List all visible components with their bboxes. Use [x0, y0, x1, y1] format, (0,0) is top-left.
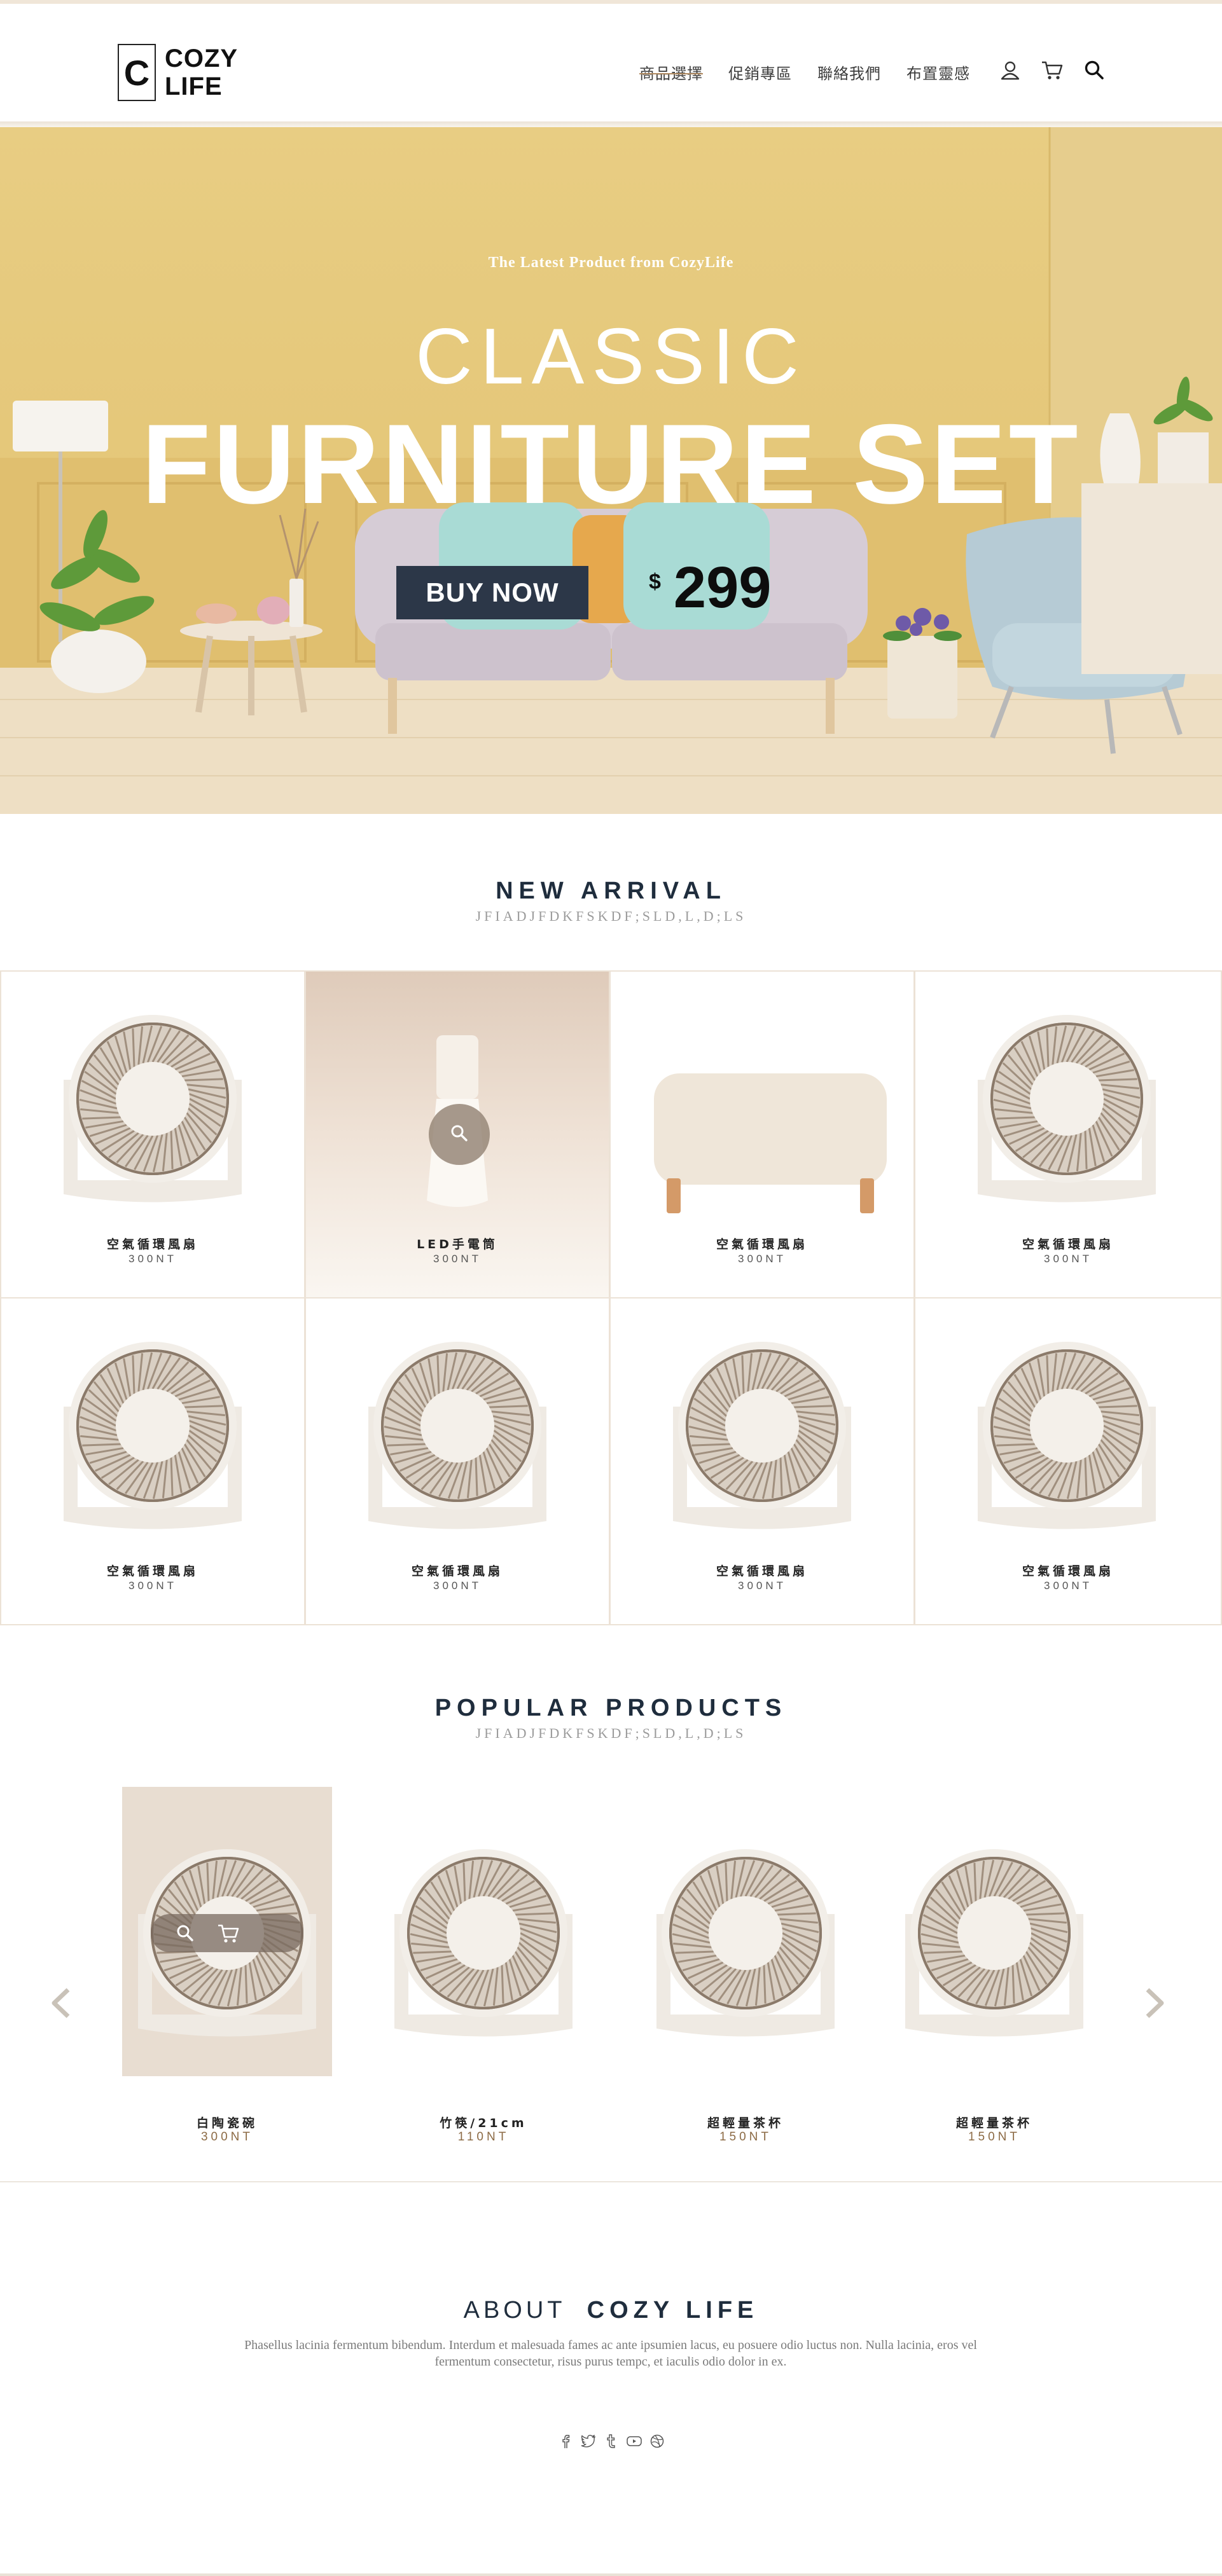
nav-promotions[interactable]: 促銷專區: [728, 61, 792, 83]
facebook-icon[interactable]: [557, 2433, 574, 2449]
search-icon[interactable]: [1083, 59, 1106, 81]
ottoman-image: [611, 972, 913, 1226]
youtube-icon[interactable]: [626, 2433, 642, 2449]
logo[interactable]: C COZY LIFE: [118, 44, 238, 101]
about-description: Phasellus lacinia fermentum bibendum. In…: [244, 2338, 977, 2369]
product-name: LED手電筒: [417, 1237, 498, 1251]
product-name: 空氣循環風扇: [106, 1237, 198, 1251]
product-card[interactable]: 空氣循環風扇 300NT: [0, 1297, 305, 1625]
search-icon: [450, 1124, 469, 1146]
product-card[interactable]: 空氣循環風扇 300NT: [305, 1297, 610, 1625]
price-currency: $: [649, 570, 661, 594]
logo-line-2: LIFE: [165, 72, 223, 100]
zoom-button[interactable]: [429, 1104, 490, 1165]
product-name: 空氣循環風扇: [716, 1564, 808, 1578]
lamp-image: [306, 972, 609, 1226]
product-name: 空氣循環風扇: [411, 1564, 503, 1578]
fan-image: [611, 1298, 913, 1553]
site-header: C COZY LIFE 商品選擇 促銷專區 聯絡我們 布置靈感: [0, 4, 1222, 124]
about-title-prefix: ABOUT: [463, 2297, 566, 2324]
cart-icon[interactable]: [217, 1922, 240, 1945]
popular-product-card[interactable]: 超輕量茶杯 150NT: [889, 1787, 1099, 2144]
fan-image: [306, 1298, 609, 1553]
fan-image: [1, 1298, 304, 1553]
new-arrival-title: NEW ARRIVAL: [496, 878, 726, 904]
fan-image: [641, 1787, 851, 2076]
product-card[interactable]: 空氣循環風扇 300NT: [609, 970, 915, 1298]
search-icon[interactable]: [174, 1922, 197, 1945]
product-price: 300NT: [737, 1580, 787, 1592]
product-name: 超輕量茶杯: [707, 2116, 784, 2130]
product-name: 空氣循環風扇: [1022, 1237, 1114, 1251]
logo-text: COZY LIFE: [165, 45, 238, 100]
social-links: [0, 2433, 1222, 2449]
product-name: 空氣循環風扇: [1022, 1564, 1114, 1578]
main-nav: 商品選擇 促銷專區 聯絡我們 布置靈感: [639, 61, 996, 83]
product-name: 空氣循環風扇: [106, 1564, 198, 1578]
product-name: 竹筷/21cm: [440, 2116, 527, 2130]
footer-line: [0, 2573, 1222, 2576]
popular-product-card[interactable]: 白陶瓷碗 300NT: [122, 1787, 332, 2144]
hero-tagline: The Latest Product from CozyLife: [488, 254, 734, 271]
price-amount: 299: [673, 555, 772, 620]
hero-title-line-2: FURNITURE SET: [141, 401, 1081, 527]
cart-icon[interactable]: [1041, 59, 1064, 81]
product-card[interactable]: 空氣循環風扇 300NT: [609, 1297, 915, 1625]
logo-line-1: COZY: [165, 45, 239, 72]
product-price: 300NT: [433, 1253, 482, 1265]
fan-image: [915, 1298, 1221, 1553]
tumblr-icon[interactable]: [603, 2433, 620, 2449]
twitter-icon[interactable]: [580, 2433, 597, 2449]
section-divider: [0, 2181, 1222, 2182]
product-card[interactable]: 空氣循環風扇 300NT: [0, 970, 305, 1298]
product-price: 300NT: [200, 2130, 254, 2144]
product-price: 300NT: [1043, 1253, 1093, 1265]
nav-contact[interactable]: 聯絡我們: [817, 61, 881, 83]
product-price: 150NT: [719, 2130, 772, 2144]
hero-price: $ 299: [649, 554, 771, 621]
popular-products-subtitle: JFIADJFDKFSKDF;SLD,L,D;LS: [475, 1725, 747, 1741]
nav-inspiration[interactable]: 布置靈感: [906, 61, 970, 83]
fan-image: [1, 972, 304, 1226]
product-hover-actions: [151, 1914, 303, 1952]
product-card[interactable]: 空氣循環風扇 300NT: [914, 1297, 1222, 1625]
carousel-prev-arrow[interactable]: [41, 1984, 80, 2022]
product-name: 空氣循環風扇: [716, 1237, 808, 1251]
product-card[interactable]: LED手電筒 300NT: [305, 970, 610, 1298]
carousel-next-arrow[interactable]: [1136, 1984, 1174, 2022]
dribbble-icon[interactable]: [649, 2433, 665, 2449]
hero-banner: The Latest Product from CozyLife CLASSIC…: [0, 127, 1222, 814]
product-card[interactable]: 空氣循環風扇 300NT: [914, 970, 1222, 1298]
new-arrival-subtitle: JFIADJFDKFSKDF;SLD,L,D;LS: [475, 908, 747, 924]
popular-products-title: POPULAR PRODUCTS: [434, 1695, 788, 1721]
hero-title-line-1: CLASSIC: [415, 313, 807, 401]
product-price: 300NT: [433, 1580, 482, 1592]
product-price: 110NT: [457, 2130, 510, 2144]
product-price: 150NT: [968, 2130, 1021, 2144]
new-arrival-grid: 空氣循環風扇 300NT LED手電筒 300NT 空氣循環風扇 300NT 空…: [0, 970, 1222, 1627]
logo-mark: C: [118, 44, 156, 101]
about-title: ABOUT COZY LIFE: [0, 2297, 1222, 2324]
product-name: 白陶瓷碗: [196, 2116, 258, 2130]
popular-carousel: 白陶瓷碗 300NT 竹筷/21cm 110NT 超輕量茶杯 150NT 超輕量…: [0, 1774, 1222, 2156]
product-price: 300NT: [1043, 1580, 1093, 1592]
fan-image: [915, 972, 1221, 1226]
popular-product-card[interactable]: 竹筷/21cm 110NT: [378, 1787, 588, 2144]
fan-image: [889, 1787, 1099, 2076]
buy-now-button[interactable]: BUY NOW: [396, 566, 588, 619]
header-icons: [999, 59, 1125, 81]
about-title-brand: COZY LIFE: [587, 2297, 759, 2324]
nav-products[interactable]: 商品選擇: [639, 61, 703, 83]
user-icon[interactable]: [999, 59, 1022, 81]
fan-image: [378, 1787, 588, 2076]
product-name: 超輕量茶杯: [955, 2116, 1032, 2130]
product-price: 300NT: [128, 1253, 177, 1265]
product-price: 300NT: [737, 1253, 787, 1265]
product-price: 300NT: [128, 1580, 177, 1592]
popular-product-card[interactable]: 超輕量茶杯 150NT: [641, 1787, 851, 2144]
